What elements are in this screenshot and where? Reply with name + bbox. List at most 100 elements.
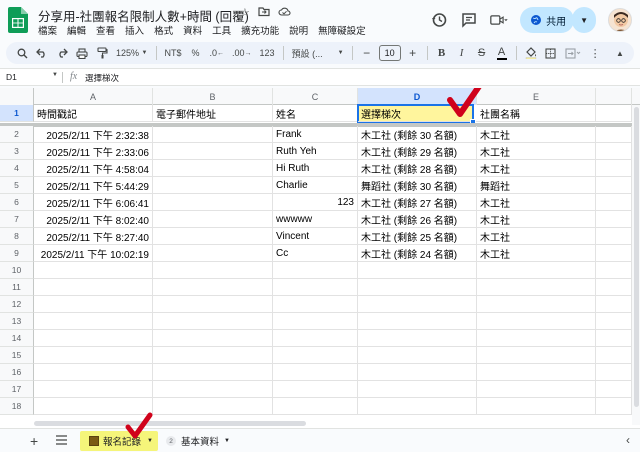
cell-b7[interactable] [153,211,273,228]
cell-c10[interactable] [273,262,358,279]
row-header[interactable]: 12 [0,296,34,313]
cell-a3[interactable]: 2025/2/11 下午 2:33:06 [34,143,153,160]
cell-d13[interactable] [358,313,477,330]
cell-b5[interactable] [153,177,273,194]
cell-f3[interactable] [596,143,632,160]
column-header-e[interactable]: E [477,88,596,105]
cell-e14[interactable] [477,330,596,347]
chevron-down-icon[interactable]: ▼ [52,72,58,78]
cell-b10[interactable] [153,262,273,279]
row-header[interactable]: 17 [0,381,34,398]
chevron-left-icon[interactable]: ‹ [626,433,630,447]
cell-a7[interactable]: 2025/2/11 下午 8:02:40 [34,211,153,228]
cell-b3[interactable] [153,143,273,160]
chevron-down-icon[interactable]: ▼ [224,438,230,444]
cell-f16[interactable] [596,364,632,381]
cell-f5[interactable] [596,177,632,194]
sheets-logo-icon[interactable] [8,7,28,33]
select-all-corner[interactable] [0,88,34,105]
cell-d3[interactable]: 木工社 (剩餘 29 名額) [358,143,477,160]
cell-e4[interactable]: 木工社 [477,160,596,177]
menu-data[interactable]: 資料 [183,23,202,37]
menu-insert[interactable]: 插入 [125,23,144,37]
italic-button[interactable]: I [454,44,470,62]
cell-a2[interactable]: 2025/2/11 下午 2:32:38 [34,126,153,143]
cell-c18[interactable] [273,398,358,415]
cell-b18[interactable] [153,398,273,415]
cell-b12[interactable] [153,296,273,313]
menu-file[interactable]: 檔案 [38,23,57,37]
cell-e9[interactable]: 木工社 [477,245,596,262]
cell-f17[interactable] [596,381,632,398]
cell-d6[interactable]: 木工社 (剩餘 27 名額) [358,194,477,211]
cell-f14[interactable] [596,330,632,347]
cell-c11[interactable] [273,279,358,296]
cell-c13[interactable] [273,313,358,330]
fill-color-icon[interactable] [523,44,539,62]
cell-f18[interactable] [596,398,632,415]
undo-icon[interactable] [34,44,50,62]
row-header[interactable]: 3 [0,143,34,160]
spreadsheet-grid[interactable]: A B C D E 1 時間戳記 電子郵件地址 姓名 選擇梯次 社團名稱 2 20… [0,88,640,428]
cell-c1[interactable]: 姓名 [273,105,358,122]
strikethrough-button[interactable]: S [474,44,490,62]
add-sheet-icon[interactable]: + [30,433,38,449]
cell-b11[interactable] [153,279,273,296]
cell-a1[interactable]: 時間戳記 [34,105,153,122]
decrease-font-size-button[interactable]: − [359,44,375,62]
cell-e13[interactable] [477,313,596,330]
cell-a5[interactable]: 2025/2/11 下午 5:44:29 [34,177,153,194]
cell-b6[interactable] [153,194,273,211]
borders-icon[interactable] [543,44,559,62]
text-color-button[interactable]: A [494,44,510,62]
row-header[interactable]: 7 [0,211,34,228]
horizontal-scrollbar-thumb[interactable] [34,421,306,426]
cell-c14[interactable] [273,330,358,347]
cell-f9[interactable] [596,245,632,262]
cell-e5[interactable]: 舞蹈社 [477,177,596,194]
menu-format[interactable]: 格式 [154,23,173,37]
column-header-b[interactable]: B [153,88,273,105]
cell-a6[interactable]: 2025/2/11 下午 6:06:41 [34,194,153,211]
column-header-a[interactable]: A [34,88,153,105]
menu-extensions[interactable]: 擴充功能 [241,23,279,37]
cell-d7[interactable]: 木工社 (剩餘 26 名額) [358,211,477,228]
cell-c5[interactable]: Charlie [273,177,358,194]
cell-c4[interactable]: Hi Ruth [273,160,358,177]
cell-e3[interactable]: 木工社 [477,143,596,160]
cloud-status-icon[interactable] [278,6,291,17]
cell-e2[interactable]: 木工社 [477,126,596,143]
row-header[interactable]: 18 [0,398,34,415]
cell-d10[interactable] [358,262,477,279]
cell-f6[interactable] [596,194,632,211]
cell-c2[interactable]: Frank [273,126,358,143]
meet-icon[interactable] [490,11,508,29]
merge-cells-icon[interactable] [563,44,583,62]
cell-d17[interactable] [358,381,477,398]
cell-e15[interactable] [477,347,596,364]
search-menus-icon[interactable] [14,44,30,62]
menu-edit[interactable]: 編輯 [67,23,86,37]
row-header[interactable]: 13 [0,313,34,330]
row-header[interactable]: 15 [0,347,34,364]
cell-e8[interactable]: 木工社 [477,228,596,245]
history-icon[interactable] [430,11,448,29]
cell-e17[interactable] [477,381,596,398]
cell-c7[interactable]: wwwww [273,211,358,228]
column-header-c[interactable]: C [273,88,358,105]
menu-help[interactable]: 說明 [289,23,308,37]
cell-e7[interactable]: 木工社 [477,211,596,228]
sheet-tab[interactable]: 2 基本資料 ▼ [166,431,230,451]
row-header[interactable]: 6 [0,194,34,211]
cell-e10[interactable] [477,262,596,279]
cell-a12[interactable] [34,296,153,313]
cell-d18[interactable] [358,398,477,415]
formula-input[interactable]: 選擇梯次 [85,72,119,84]
row-header[interactable]: 16 [0,364,34,381]
row-header[interactable]: 4 [0,160,34,177]
cell-a11[interactable] [34,279,153,296]
star-icon[interactable]: ☆ [240,6,250,19]
cell-b8[interactable] [153,228,273,245]
cell-b13[interactable] [153,313,273,330]
row-header[interactable]: 9 [0,245,34,262]
